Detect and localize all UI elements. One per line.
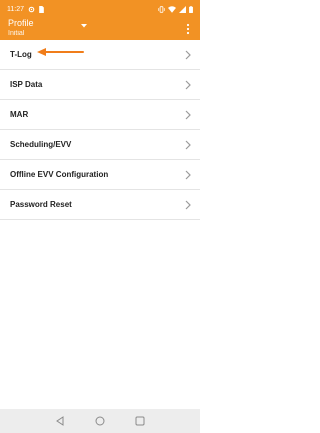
chevron-right-icon [185,170,191,180]
menu-item-label: Password Reset [10,200,72,209]
menu-item-scheduling-evv[interactable]: Scheduling/EVV [0,130,200,160]
menu-item-label: Offline EVV Configuration [10,170,109,179]
chevron-right-icon [185,50,191,60]
back-icon[interactable] [54,415,66,427]
signal-icon [179,5,186,13]
sim-card-icon [39,5,44,13]
menu-item-label: ISP Data [10,80,43,89]
menu-item-mar[interactable]: MAR [0,100,200,130]
chevron-right-icon [185,200,191,210]
caret-down-icon[interactable] [79,22,89,30]
menu-list: T-Log ISP Data MAR Scheduling/EVV Offlin… [0,40,200,220]
system-navigation-bar [0,409,200,433]
settings-gear-icon [28,6,35,12]
vibrate-icon [158,5,165,13]
annotation-arrow-icon [37,48,84,56]
status-right-group [158,5,193,13]
wifi-icon [168,5,176,13]
menu-item-t-log[interactable]: T-Log [0,40,200,70]
menu-item-label: T-Log [10,50,32,59]
menu-item-offline-evv-configuration[interactable]: Offline EVV Configuration [0,160,200,190]
chevron-right-icon [185,140,191,150]
page-subtitle: Initial [8,30,25,37]
menu-item-label: MAR [10,110,29,119]
page-title[interactable]: Profile [8,18,34,29]
battery-icon [189,5,193,13]
overflow-menu-icon[interactable] [184,22,192,36]
app-bar: Profile Initial [0,18,200,40]
status-bar: 11:27 [0,0,200,18]
menu-item-password-reset[interactable]: Password Reset [0,190,200,220]
chevron-right-icon [185,110,191,120]
chevron-right-icon [185,80,191,90]
menu-item-label: Scheduling/EVV [10,140,72,149]
status-time: 11:27 [7,5,24,13]
status-left-group: 11:27 [7,5,44,13]
home-icon[interactable] [94,415,106,427]
recents-icon[interactable] [134,415,146,427]
menu-item-isp-data[interactable]: ISP Data [0,70,200,100]
